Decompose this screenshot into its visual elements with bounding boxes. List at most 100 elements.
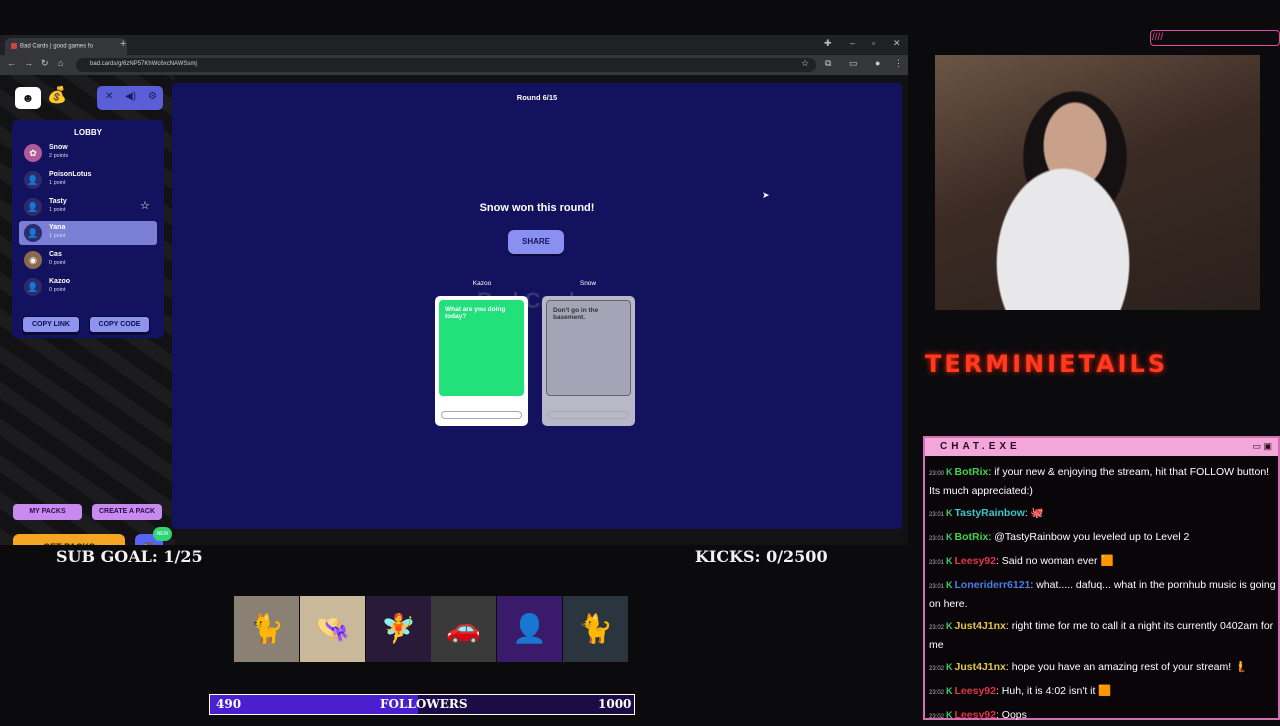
chat-username[interactable]: BotRix <box>955 531 989 543</box>
player-points: 2 points <box>49 153 69 159</box>
chat-username[interactable]: Leesy92 <box>955 685 996 697</box>
browser-tab[interactable]: Bad Cards | good games fo <box>5 38 127 55</box>
player-row[interactable]: 👤 PoisonLotus 1 point <box>19 168 157 192</box>
player-name: Cas <box>49 251 62 258</box>
chat-timestamp: 23:01 <box>929 536 945 542</box>
avatar: ◉ <box>24 251 42 269</box>
gear-icon[interactable]: ⚙ <box>148 91 157 102</box>
share-button[interactable]: SHARE <box>508 230 564 254</box>
address-bar-row: ← → ↻ ⌂ bad.cards/g/6zNP57KhWc6xcNAWSsmj… <box>0 55 908 75</box>
player-row-selected[interactable]: 👤 Yana 1 point <box>19 221 157 245</box>
sub-goal: SUB GOAL: 1/25 <box>56 547 203 566</box>
streamer-image <box>955 75 1195 310</box>
chat-username[interactable]: Loneriderr6121 <box>955 579 1031 591</box>
settings-controls: ✕ ◀) ⚙ <box>97 86 163 110</box>
player-row[interactable]: 👤 Tasty 1 point ☆ <box>19 195 157 219</box>
user-icon: 👤 <box>24 198 42 216</box>
card-text: What are you doing today? <box>439 300 524 396</box>
car-photo-icon: 🚗 <box>431 596 496 662</box>
chat-text: : Huh, it is 4:02 isn't it 🟧 <box>995 685 1112 697</box>
lobby-panel: LOBBY ✿ Snow 2 points 👤 PoisonLotus 1 po… <box>12 120 164 338</box>
favicon-icon <box>11 43 17 49</box>
rainbow-girl-icon: 🧚 <box>366 596 431 662</box>
bookmark-star-icon[interactable]: ☆ <box>801 58 809 69</box>
chat-timestamp: 23:02 <box>929 625 945 631</box>
card-owner-label: Kazoo <box>472 280 492 287</box>
webcam-feed <box>935 55 1260 310</box>
card-footer <box>548 411 629 419</box>
followers-label: FOLLOWERS <box>380 697 468 711</box>
chat-text: : Said no woman ever 🟧 <box>995 555 1114 567</box>
chat-timestamp: 23:02 <box>929 666 945 672</box>
winning-card[interactable]: What are you doing today? <box>435 296 528 426</box>
player-name: Tasty <box>49 198 67 205</box>
url-input[interactable]: bad.cards/g/6zNP57KhWc6xcNAWSsmj <box>76 58 816 72</box>
player-points: 1 point <box>49 180 66 186</box>
my-packs-button[interactable]: MY PACKS <box>13 504 82 520</box>
chat-username[interactable]: Leesy92 <box>955 709 996 721</box>
player-row[interactable]: ◉ Cas 0 point <box>19 248 157 272</box>
forward-icon[interactable]: → <box>24 58 33 68</box>
game-board: Round 6/15 Snow won this round! SHARE Ba… <box>172 83 902 529</box>
copy-code-button[interactable]: COPY CODE <box>89 316 150 333</box>
chat-username[interactable]: Leesy92 <box>955 555 996 567</box>
profile-icon[interactable]: ● <box>875 58 880 68</box>
top-right-banner <box>1150 30 1280 46</box>
bad-cards-logo[interactable]: ☻ <box>15 87 41 109</box>
kick-badge-icon: K <box>946 467 953 477</box>
answer-card[interactable]: Don't go in the basement. <box>542 296 635 426</box>
chat-username[interactable]: TastyRainbow <box>955 507 1025 519</box>
chat-timestamp: 23:01 <box>929 560 945 566</box>
kick-badge-icon: K <box>946 508 953 518</box>
stream-name-logo: TERMINIETAILS <box>925 350 1169 378</box>
volume-icon[interactable]: ◀) <box>125 91 136 102</box>
game-page: ☻ 💰 ✕ ◀) ⚙ LOBBY ✿ Snow 2 points 👤 Poiso… <box>0 75 908 545</box>
kick-badge-icon: K <box>946 532 953 542</box>
reload-icon[interactable]: ↻ <box>41 58 49 69</box>
player-row[interactable]: 👤 Kazoo 0 point <box>19 275 157 299</box>
home-icon[interactable]: ⌂ <box>58 58 63 68</box>
player-points: 1 point <box>49 233 66 239</box>
kick-badge-icon: K <box>946 556 953 566</box>
extension-icon[interactable]: ✚ <box>824 38 832 49</box>
kick-badge-icon: K <box>946 710 953 720</box>
tab-title: Bad Cards | good games fo <box>20 43 93 50</box>
chat-username[interactable]: BotRix <box>955 466 989 478</box>
chat-username[interactable]: Just4J1nx <box>955 620 1006 632</box>
chat-message: 23:01 K Loneriderr6121: what..... dafuq...… <box>929 577 1277 613</box>
new-tab-icon[interactable]: + <box>120 38 126 50</box>
chat-username[interactable]: Just4J1nx <box>955 661 1006 673</box>
stripes-icon: //// <box>1152 32 1164 43</box>
player-points: 0 point <box>49 287 66 293</box>
chat-message: 23:02 K Just4J1nx: hope you have an amazin… <box>929 659 1277 678</box>
back-icon[interactable]: ← <box>7 58 16 68</box>
create-pack-button[interactable]: CREATE A PACK <box>92 504 162 520</box>
card-footer <box>441 411 522 419</box>
chat-timestamp: 23:00 <box>929 471 945 477</box>
chat-message: 23:01 K Leesy92: Said no woman ever 🟧 <box>929 553 1277 572</box>
chat-title: CHAT.EXE <box>925 438 1278 456</box>
extensions-icon[interactable]: ⧉ <box>825 58 831 69</box>
player-name: Kazoo <box>49 278 70 285</box>
mute-icon[interactable]: ✕ <box>105 91 113 102</box>
get-packs-button[interactable]: GET PACKS <box>13 534 125 545</box>
black-cat-icon: 🐈 <box>563 596 628 662</box>
browser-window: Bad Cards | good games fo + ✚ – ▫ ✕ ← → … <box>0 35 908 545</box>
menu-icon[interactable]: ⋮ <box>894 58 903 69</box>
money-bag-icon[interactable]: 💰 <box>47 85 67 107</box>
chat-timestamp: 23:02 <box>929 690 945 696</box>
minimize-icon[interactable]: – <box>850 38 855 48</box>
star-icon: ☆ <box>140 200 150 212</box>
chat-window: CHAT.EXE ▭ ▣ 23:00 K BotRix: if your new &… <box>923 436 1280 721</box>
chat-text: : Oops <box>995 709 1027 721</box>
player-row[interactable]: ✿ Snow 2 points <box>19 141 157 165</box>
user-icon: 👤 <box>24 278 42 296</box>
close-window-icon[interactable]: ✕ <box>893 38 901 49</box>
maximize-icon[interactable]: ▫ <box>872 38 875 48</box>
tab-bar: Bad Cards | good games fo + ✚ – ▫ ✕ <box>0 35 908 55</box>
copy-link-button[interactable]: COPY LINK <box>22 316 80 333</box>
chat-message: 23:01 K TastyRainbow: 🐙 <box>929 505 1277 524</box>
kick-badge-icon: K <box>946 621 953 631</box>
sidebar-icon[interactable]: ▭ <box>849 58 858 69</box>
chat-message: 23:01 K BotRix: @TastyRainbow you leveled … <box>929 529 1277 548</box>
